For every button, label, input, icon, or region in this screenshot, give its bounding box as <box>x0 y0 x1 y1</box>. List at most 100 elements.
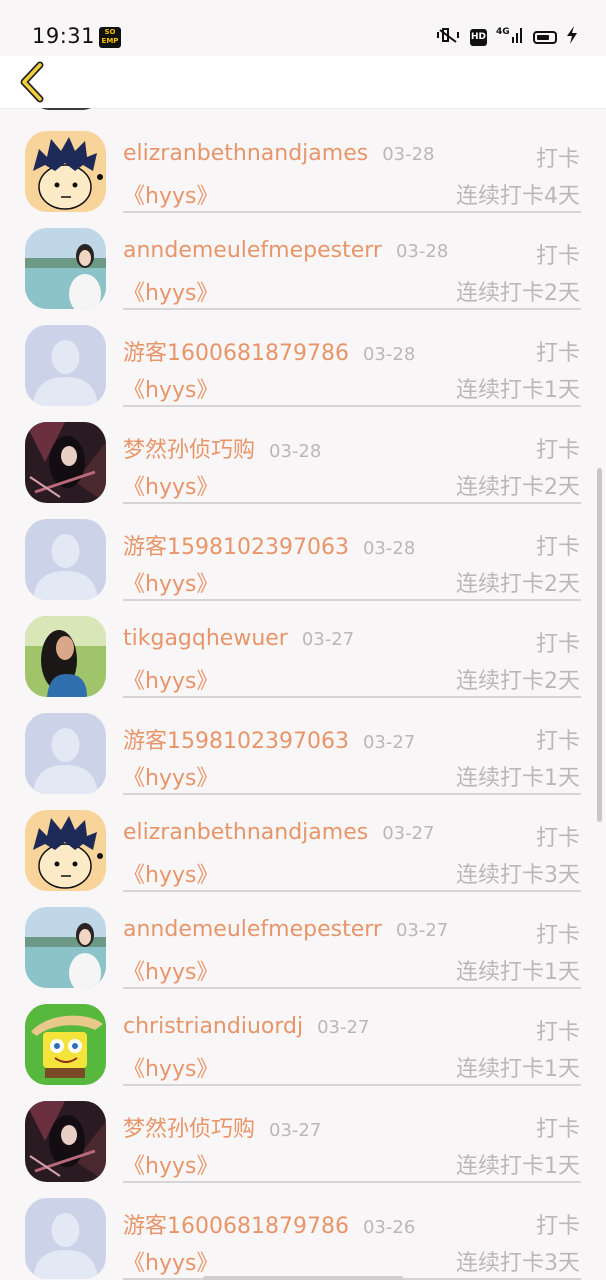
avatar[interactable] <box>25 1004 106 1085</box>
streak-count: 连续打卡3天 <box>456 863 580 888</box>
checkin-date: 03-27 <box>269 1120 322 1141</box>
username[interactable]: 梦然孙侦巧购 <box>123 1117 255 1142</box>
book-title[interactable]: 《hyys》 <box>123 178 218 210</box>
checkin-list[interactable]: elizranbethnandjames 03-28 打卡 《hyys》 连续打卡4天 … <box>0 108 606 1280</box>
action-label: 打卡 <box>535 632 580 657</box>
list-item[interactable]: anndemeulefmepesterr 03-28 打卡 《hyys》 连续打卡2天 <box>0 207 606 310</box>
status-bar: 19:31 SO EMP HD 4G <box>0 0 606 56</box>
checkin-date: 03-27 <box>382 823 435 844</box>
action-label: 打卡 <box>535 147 580 172</box>
name-line: 游客1598102397063 03-27 <box>123 723 415 755</box>
avatar[interactable] <box>25 1198 106 1279</box>
list-item[interactable]: 游客1600681879786 03-26 打卡《hyys》 连续打卡3天 <box>0 1177 606 1280</box>
streak-count: 连续打卡1天 <box>456 378 580 403</box>
avatar[interactable] <box>25 422 106 503</box>
checkin-date: 03-27 <box>362 732 416 753</box>
book-title[interactable]: 《hyys》 <box>123 857 218 889</box>
name-line: 梦然孙侦巧购 03-27 <box>123 1111 321 1143</box>
username[interactable]: tikgagqhewuer <box>123 626 288 651</box>
streak-count: 连续打卡2天 <box>456 669 580 694</box>
book-title[interactable]: 《hyys》 <box>123 372 218 404</box>
avatar[interactable] <box>25 1101 106 1182</box>
username[interactable]: 梦然孙侦巧购 <box>123 438 255 463</box>
charging-icon <box>566 25 578 49</box>
list-item[interactable]: tikgagqhewuer 03-27 打卡《hyys》 连续打卡2天 <box>0 595 606 698</box>
svg-text:4G: 4G <box>496 27 510 37</box>
list-item[interactable]: elizranbethnandjames 03-28 打卡《hyys》 连续打卡4天 <box>0 110 606 213</box>
book-title[interactable]: 《hyys》 <box>123 1245 218 1277</box>
action-label: 打卡 <box>535 535 580 560</box>
streak-count: 连续打卡4天 <box>456 184 580 209</box>
checkin-date: 03-28 <box>362 538 416 559</box>
home-indicator <box>203 1276 403 1280</box>
username[interactable]: 游客1600681879786 <box>123 341 349 366</box>
book-title[interactable]: 《hyys》 <box>123 1051 218 1083</box>
hd-icon: HD <box>470 28 487 46</box>
username[interactable]: 游客1598102397063 <box>123 535 349 560</box>
checkin-date: 03-27 <box>395 920 449 941</box>
name-line: christriandiuordj 03-27 <box>123 1014 369 1039</box>
action-label: 打卡 <box>535 1214 580 1239</box>
action-label: 打卡 <box>535 729 580 754</box>
book-title[interactable]: 《hyys》 <box>123 566 218 598</box>
book-title[interactable]: 《hyys》 <box>123 760 218 792</box>
list-item[interactable]: anndemeulefmepesterr 03-27 打卡 《hyys》 连续打卡1天 <box>0 886 606 989</box>
book-title[interactable]: 《hyys》 <box>123 469 218 501</box>
name-line: tikgagqhewuer 03-27 <box>123 626 354 651</box>
streak-count: 连续打卡1天 <box>456 766 580 791</box>
list-item[interactable]: elizranbethnandjames 03-27 打卡《hyys》 连续打卡3天 <box>0 789 606 892</box>
name-line: elizranbethnandjames 03-28 <box>123 141 435 166</box>
checkin-date: 03-28 <box>382 144 435 165</box>
avatar[interactable] <box>25 325 106 406</box>
streak-count: 连续打卡1天 <box>456 1057 580 1082</box>
list-item[interactable]: 梦然孙侦巧购 03-27 打卡 《hyys》 连续打卡1天 <box>0 1080 606 1183</box>
username[interactable]: 游客1598102397063 <box>123 729 349 754</box>
username[interactable]: anndemeulefmepesterr <box>123 238 382 263</box>
avatar[interactable] <box>25 713 106 794</box>
name-line: anndemeulefmepesterr 03-27 <box>123 917 448 942</box>
avatar[interactable] <box>25 131 106 212</box>
book-title[interactable]: 《hyys》 <box>123 663 218 695</box>
avatar[interactable] <box>25 907 106 988</box>
username[interactable]: elizranbethnandjames <box>123 820 368 845</box>
avatar[interactable] <box>25 616 106 697</box>
signal-icon: 4G <box>496 25 524 49</box>
streak-count: 连续打卡1天 <box>456 1154 580 1179</box>
top-nav-bar <box>0 56 606 109</box>
book-title[interactable]: 《hyys》 <box>123 1148 218 1180</box>
list-item[interactable]: 游客1598102397063 03-27 打卡《hyys》 连续打卡1天 <box>0 692 606 795</box>
app-notification-icon: SO EMP <box>99 27 121 48</box>
username[interactable]: anndemeulefmepesterr <box>123 917 382 942</box>
name-line: 梦然孙侦巧购 03-28 <box>123 432 321 464</box>
username[interactable]: elizranbethnandjames <box>123 141 368 166</box>
checkin-date: 03-27 <box>301 629 355 650</box>
action-label: 打卡 <box>535 923 580 948</box>
avatar[interactable] <box>25 810 106 891</box>
list-item[interactable]: 游客1600681879786 03-28 打卡 《hyys》 连续打卡1天 <box>0 304 606 407</box>
username[interactable]: christriandiuordj <box>123 1014 303 1039</box>
checkin-date: 03-28 <box>362 344 416 365</box>
back-button[interactable] <box>14 58 54 106</box>
action-label: 打卡 <box>535 826 580 851</box>
checkin-date: 03-26 <box>362 1217 416 1238</box>
list-item[interactable]: 梦然孙侦巧购 03-28 打卡 《hyys》 连续打卡2天 <box>0 401 606 504</box>
checkin-date: 03-28 <box>395 241 449 262</box>
scrollbar[interactable] <box>597 468 602 822</box>
name-line: 游客1600681879786 03-28 <box>123 335 415 367</box>
name-line: anndemeulefmepesterr 03-28 <box>123 238 448 263</box>
name-line: 游客1598102397063 03-28 <box>123 529 415 561</box>
action-label: 打卡 <box>535 438 580 463</box>
streak-count: 连续打卡2天 <box>456 572 580 597</box>
list-item[interactable]: 游客1598102397063 03-28 打卡《hyys》 连续打卡2天 <box>0 498 606 601</box>
avatar[interactable] <box>25 228 106 309</box>
chevron-left-icon <box>20 61 44 103</box>
checkin-date: 03-27 <box>317 1017 370 1038</box>
avatar[interactable] <box>25 519 106 600</box>
username[interactable]: 游客1600681879786 <box>123 1214 349 1239</box>
name-line: 游客1600681879786 03-26 <box>123 1208 415 1240</box>
book-title[interactable]: 《hyys》 <box>123 954 218 986</box>
streak-count: 连续打卡3天 <box>456 1251 580 1276</box>
streak-count: 连续打卡2天 <box>456 281 580 306</box>
list-item[interactable]: christriandiuordj 03-27 打卡 《hyys》 连续打卡1天 <box>0 983 606 1086</box>
book-title[interactable]: 《hyys》 <box>123 275 218 307</box>
